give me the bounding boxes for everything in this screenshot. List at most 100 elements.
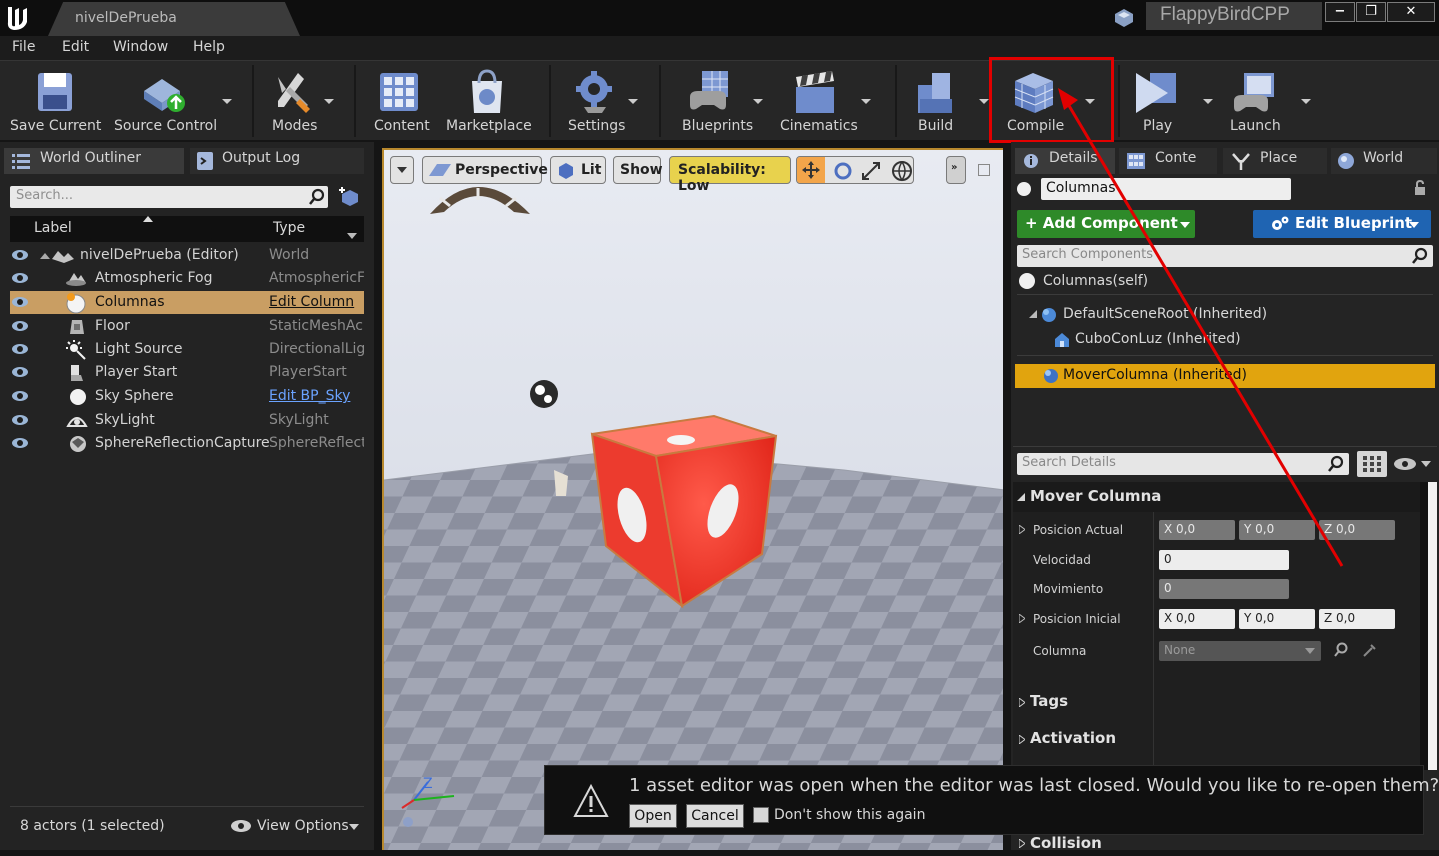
outliner-row-sphere-reflection-capture[interactable]: SphereReflectionCapture SphereReflect — [10, 432, 364, 455]
section-collision[interactable]: Collision — [1013, 832, 1153, 856]
add-actor-icon[interactable] — [338, 186, 360, 206]
section-tags[interactable]: Tags — [1013, 687, 1153, 717]
outliner-row-light-source[interactable]: Light Source DirectionalLig — [10, 338, 364, 361]
component-row-mover-columna[interactable]: MoverColumna (Inherited) — [1015, 364, 1435, 388]
posicion-inicial-z[interactable]: Z 0,0 — [1319, 609, 1395, 629]
visibility-eye-icon[interactable] — [12, 344, 28, 354]
outliner-row-player-start[interactable]: Player Start PlayerStart — [10, 361, 364, 384]
section-activation[interactable]: Activation — [1013, 724, 1153, 754]
launch-button[interactable]: Launch — [1226, 63, 1316, 139]
chevron-down-icon[interactable] — [349, 824, 359, 830]
eyedropper-icon[interactable] — [1362, 642, 1378, 658]
tab-world-outliner[interactable]: World Outliner — [4, 148, 184, 174]
source-control-dropdown-icon[interactable] — [222, 99, 232, 104]
visibility-eye-icon[interactable] — [12, 438, 28, 448]
menu-file[interactable]: File — [12, 39, 35, 55]
menu-window[interactable]: Window — [113, 39, 168, 55]
dont-show-label[interactable]: Don't show this again — [774, 807, 925, 823]
tab-output-log[interactable]: Output Log — [190, 148, 364, 174]
outliner-row-sky-sphere[interactable]: Sky Sphere Edit BP_Sky — [10, 385, 364, 408]
show-button[interactable]: Show — [613, 156, 663, 184]
tree-expand-icon[interactable] — [1029, 310, 1037, 318]
settings-dropdown-icon[interactable] — [628, 99, 638, 104]
component-row-default-scene-root[interactable]: DefaultSceneRoot (Inherited) — [1025, 304, 1425, 326]
details-scrollbar-thumb[interactable] — [1428, 482, 1437, 770]
unreal-logo-icon[interactable] — [2, 2, 32, 32]
visibility-eye-icon[interactable] — [12, 391, 28, 401]
visibility-eye-icon[interactable] — [12, 415, 28, 425]
visibility-eye-icon[interactable] — [1394, 458, 1416, 470]
search-details-input[interactable]: Search Details — [1017, 453, 1349, 475]
property-matrix-button[interactable] — [1357, 451, 1387, 477]
visibility-eye-icon[interactable] — [12, 367, 28, 377]
viewport-options-button[interactable] — [390, 156, 414, 184]
visibility-eye-icon[interactable] — [12, 321, 28, 331]
cinematics-dropdown-icon[interactable] — [861, 99, 871, 104]
level-viewport[interactable]: Z Perspective Lit Show Scalability: Low … — [382, 148, 1003, 850]
chevron-down-icon[interactable] — [1421, 461, 1431, 467]
blueprints-button[interactable]: Blueprints — [670, 63, 770, 139]
source-control-button[interactable]: Source Control — [110, 63, 240, 139]
outliner-search-input[interactable]: Search... — [10, 186, 328, 208]
visibility-eye-icon[interactable] — [12, 273, 28, 283]
save-current-button[interactable]: Save Current — [4, 63, 104, 139]
modes-button[interactable]: Modes — [262, 63, 342, 139]
velocidad-input[interactable]: 0 — [1159, 550, 1289, 570]
edit-bp-sky-link[interactable]: Edit BP_Sky — [269, 388, 364, 404]
menu-help[interactable]: Help — [193, 39, 225, 55]
build-dropdown-icon[interactable] — [979, 99, 989, 104]
maximize-viewport-icon[interactable] — [978, 164, 990, 176]
movimiento-input[interactable]: 0 — [1159, 579, 1289, 599]
chevron-down-icon[interactable] — [347, 233, 357, 239]
rotate-icon[interactable] — [833, 161, 853, 181]
outliner-row-atmospheric-fog[interactable]: Atmospheric Fog AtmosphericF — [10, 267, 364, 290]
open-button[interactable]: Open — [629, 804, 677, 828]
viewport-expand-button[interactable]: » — [946, 156, 966, 184]
column-label-header[interactable]: Label — [34, 220, 72, 236]
posicion-actual-x[interactable]: X 0,0 — [1159, 520, 1235, 540]
globe-icon[interactable] — [891, 160, 913, 182]
content-button[interactable]: Content — [364, 63, 438, 139]
outliner-row-skylight[interactable]: SkyLight SkyLight — [10, 409, 364, 432]
translate-tool-button[interactable] — [797, 157, 825, 183]
posicion-inicial-x[interactable]: X 0,0 — [1159, 609, 1235, 629]
modes-dropdown-icon[interactable] — [324, 99, 334, 104]
tab-details[interactable]: Details — [1015, 148, 1115, 174]
visibility-eye-icon[interactable] — [12, 297, 28, 307]
play-button[interactable]: Play — [1128, 63, 1218, 139]
menu-edit[interactable]: Edit — [62, 39, 89, 55]
view-options-button[interactable]: View Options — [257, 818, 349, 834]
tab-content[interactable]: Conte — [1119, 148, 1217, 174]
perspective-button[interactable]: Perspective — [422, 156, 548, 184]
minimize-button[interactable]: − — [1325, 2, 1355, 22]
visibility-eye-icon[interactable] — [12, 250, 28, 260]
edit-blueprint-button[interactable]: Edit Blueprint — [1253, 210, 1431, 238]
settings-button[interactable]: Settings — [560, 63, 650, 139]
close-button[interactable]: ✕ — [1387, 2, 1435, 22]
actor-name-field[interactable]: Columnas — [1041, 178, 1291, 200]
scalability-button[interactable]: Scalability: Low — [669, 156, 791, 194]
cancel-button[interactable]: Cancel — [686, 804, 744, 828]
expand-arrow-icon[interactable] — [1019, 525, 1025, 534]
component-self-row[interactable]: Columnas(self) — [1017, 270, 1433, 294]
level-tab[interactable]: nivelDePrueba — [48, 2, 300, 36]
marketplace-button[interactable]: Marketplace — [442, 63, 538, 139]
search-components-input[interactable]: Search Components — [1017, 245, 1433, 267]
outliner-row-columnas[interactable]: Columnas Edit Column — [10, 291, 364, 314]
browse-search-icon[interactable] — [1333, 642, 1349, 658]
play-dropdown-icon[interactable] — [1203, 99, 1213, 104]
lit-button[interactable]: Lit — [550, 156, 606, 184]
expand-arrow-icon[interactable] — [1019, 614, 1025, 623]
outliner-row-world[interactable]: nivelDePrueba (Editor) World — [10, 244, 364, 267]
posicion-inicial-y[interactable]: Y 0,0 — [1239, 609, 1315, 629]
tab-place[interactable]: Place — [1223, 148, 1327, 174]
posicion-actual-y[interactable]: Y 0,0 — [1239, 520, 1315, 540]
cinematics-button[interactable]: Cinematics — [776, 63, 876, 139]
maximize-button[interactable]: ❐ — [1356, 2, 1386, 22]
section-mover-columna[interactable]: Mover Columna — [1013, 482, 1421, 512]
dont-show-checkbox[interactable] — [753, 807, 769, 823]
blueprints-dropdown-icon[interactable] — [753, 99, 763, 104]
outliner-row-floor[interactable]: Floor StaticMeshAc — [10, 315, 364, 338]
scale-icon[interactable] — [861, 161, 881, 181]
add-component-button[interactable]: + Add Component — [1017, 210, 1195, 238]
